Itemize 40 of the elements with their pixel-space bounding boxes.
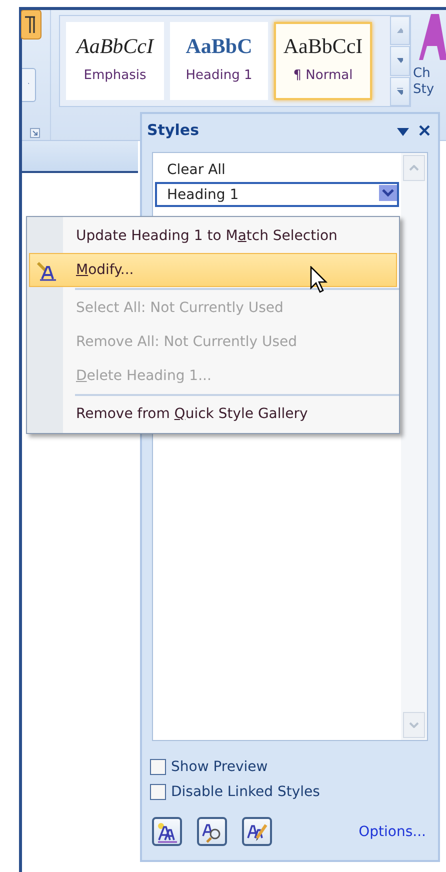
menu-item[interactable]: Remove from Quick Style Gallery	[29, 397, 397, 431]
more-icon	[397, 88, 403, 95]
menu-item[interactable]: Update Heading 1 to Match Selection	[29, 219, 397, 253]
style-tile[interactable]: AaBbCcI Emphasis	[66, 22, 164, 100]
caret-down-icon	[409, 722, 419, 728]
new-style-icon	[156, 820, 178, 842]
checkbox[interactable]	[150, 784, 166, 800]
style-name: Emphasis	[84, 68, 146, 83]
style-preview: AaBbCcI	[283, 34, 363, 59]
new-style-button[interactable]	[152, 817, 182, 846]
style-preview: AaBbCcI	[76, 34, 154, 59]
checkbox[interactable]	[150, 759, 166, 775]
style-preview: AaBbC	[186, 34, 252, 59]
more-button[interactable]	[390, 76, 410, 106]
checkbox-label: Show Preview	[171, 759, 268, 775]
menu-item[interactable]: Modify...	[29, 253, 397, 287]
caret-up-icon	[409, 165, 419, 171]
options-link[interactable]: Options...	[358, 824, 426, 840]
pencil-letter-icon	[36, 261, 58, 281]
change-styles-label[interactable]: Sty	[413, 82, 434, 97]
pilcrow-icon[interactable]	[21, 10, 42, 40]
style-list-item[interactable]: Heading 1	[155, 182, 399, 207]
style-tile[interactable]: AaBbC Heading 1	[170, 22, 268, 100]
scroll-down-button[interactable]	[390, 46, 410, 76]
dialog-launcher-icon[interactable]	[30, 128, 40, 138]
letter-a-icon[interactable]	[417, 12, 446, 62]
caret-down-icon	[397, 58, 403, 64]
caret-up-icon	[397, 28, 403, 34]
cursor-icon	[310, 266, 330, 294]
style-inspector-button[interactable]	[197, 817, 227, 846]
style-tile[interactable]: AaBbCcI ¶ Normal	[274, 22, 372, 100]
style-name: Heading 1	[186, 68, 252, 83]
change-styles-label[interactable]: Ch	[413, 66, 430, 81]
style-name: ¶ Normal	[293, 68, 353, 83]
close-icon[interactable]	[419, 124, 430, 136]
checkbox-label: Disable Linked Styles	[171, 784, 320, 800]
dropdown-icon[interactable]	[397, 128, 409, 136]
style-list-item[interactable]: Clear All	[155, 157, 399, 182]
manage-styles-button[interactable]	[242, 817, 272, 846]
pane-title: Styles	[147, 121, 199, 139]
